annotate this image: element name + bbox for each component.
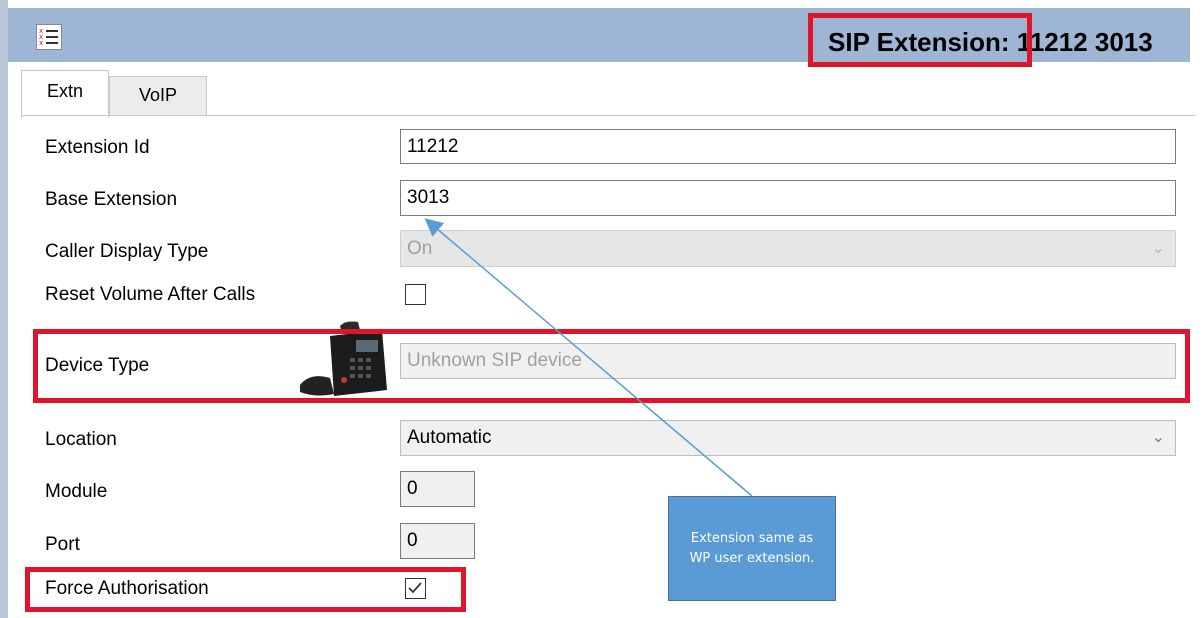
extension-id-input[interactable]: 11212 xyxy=(400,129,1176,164)
annotation-callout: Extension same as WP user extension. xyxy=(668,496,836,601)
reset-volume-label: Reset Volume After Calls xyxy=(45,284,256,305)
base-extension-label: Base Extension xyxy=(45,189,178,210)
port-label: Port xyxy=(45,534,80,555)
callout-line-2: WP user extension. xyxy=(689,550,815,566)
chevron-down-icon: ⌄ xyxy=(1151,429,1165,446)
svg-text:x: x xyxy=(39,39,43,47)
base-extension-input[interactable]: 3013 xyxy=(400,180,1176,216)
chevron-down-icon: ⌄ xyxy=(1151,240,1165,257)
location-value: Automatic xyxy=(407,427,492,448)
module-label: Module xyxy=(45,481,108,502)
force-authorisation-highlight-box xyxy=(25,567,466,612)
extension-id-label: Extension Id xyxy=(45,137,150,158)
callout-line-1: Extension same as xyxy=(690,530,814,546)
tab-panel-divider xyxy=(21,115,1196,116)
checklist-icon: x x x xyxy=(36,24,62,50)
title-highlight-box xyxy=(808,13,1032,67)
caller-display-type-label: Caller Display Type xyxy=(45,241,209,262)
location-select[interactable]: Automatic ⌄ xyxy=(400,420,1176,456)
port-input[interactable]: 0 xyxy=(400,523,475,559)
caller-display-type-value: On xyxy=(407,238,433,259)
tab-voip[interactable]: VoIP xyxy=(109,76,207,116)
location-label: Location xyxy=(45,429,117,450)
tab-extn[interactable]: Extn xyxy=(21,70,109,118)
device-type-highlight-box xyxy=(33,329,1190,403)
window-left-border xyxy=(0,0,8,618)
reset-volume-checkbox[interactable] xyxy=(405,284,426,305)
caller-display-type-select: On ⌄ xyxy=(400,230,1176,267)
module-input[interactable]: 0 xyxy=(400,471,475,507)
